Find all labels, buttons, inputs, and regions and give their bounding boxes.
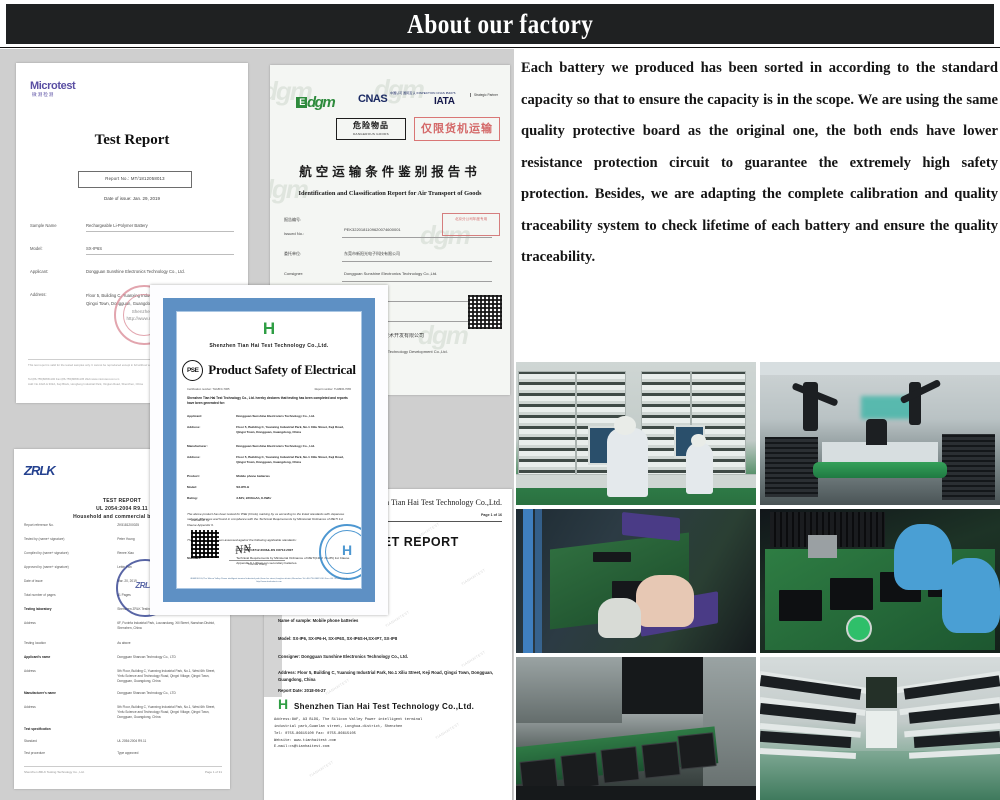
- air-transport-title-en: Identification and Classification Report…: [298, 190, 482, 197]
- watermark-tianhai-7: TIANHAITEST: [308, 760, 335, 779]
- table-row: Address 6F, Fuxinfa Industrial Park, Loux…: [24, 621, 215, 630]
- pse-paragraph-1: The above product has been tested for PS…: [187, 512, 345, 527]
- table-row: Test specification: [24, 727, 51, 731]
- table-row: Address: Floor 5, Building C, Yuanxing In…: [187, 425, 344, 434]
- microtest-logo-cn: 微测检测: [32, 92, 55, 97]
- pse-numbers: Certification number: TH18FC-7065 Report…: [187, 388, 351, 391]
- zrlk-logo: ZRLK: [24, 463, 56, 478]
- document-pse-certificate[interactable]: H Shenzhen Tian Hai Test Technology Co.,…: [150, 285, 388, 615]
- certificate-body: H Shenzhen Tian Hai Test Technology Co.,…: [176, 311, 362, 589]
- photo-gloved-hands-pcb: [760, 509, 1000, 653]
- photo-operator-loading-cells: [516, 509, 756, 653]
- table-row: Applicant's name Dongguan Shancan Technol…: [24, 655, 176, 659]
- consigner-value-en: Dongguan Sunshine Electronics Technology…: [344, 271, 438, 276]
- data-sheet-company-name: Shenzhen Tian Hai Test Technology Co.,Lt…: [294, 702, 475, 711]
- table-row: Applicant: Dongguan Sunshine Electronics …: [187, 414, 316, 418]
- field-value-model: SX-IP6S: [86, 246, 234, 255]
- table-row: Manufacturer: Dongguan Sunshine Electroni…: [187, 444, 316, 448]
- pse-mark-icon: PSE: [182, 360, 204, 381]
- iata-logo: IATA: [434, 96, 455, 107]
- consigner-value-cn: 东莞市新阳光电子科技有限公司: [344, 251, 400, 256]
- field-label-sample-name: Sample Name: [30, 223, 57, 228]
- factory-about-page: About our factory Microtest 微测检测 Test Re…: [0, 0, 1000, 800]
- factory-photo-grid: [516, 362, 1000, 800]
- table-row: Model: SX-IP6-H: [187, 485, 250, 489]
- pse-company-name: Shenzhen Tian Hai Test Technology Co.,Lt…: [209, 343, 329, 349]
- right-column: Each battery we produced has been sorted…: [516, 49, 1000, 800]
- report-number-box: Report No.: MT/1812058013: [78, 171, 192, 188]
- qr-code-icon: [468, 295, 502, 329]
- data-sheet-contact-block: Address:8#F, A3 BLDG, The Silicon Valley…: [274, 718, 423, 750]
- watermark-tianhai-2: TIANHAITEST: [460, 568, 487, 587]
- data-sheet-report-date: Report Date: 2018-06-27: [278, 688, 326, 693]
- table-row: Testing location As above: [24, 641, 131, 645]
- signature-mark: ₦₦: [234, 541, 252, 557]
- table-row: Rating: 3.82V, 2200mAh, 8.4Whr: [187, 496, 272, 500]
- table-row: Test procedure Type approved: [24, 751, 139, 755]
- consigner-label-en: Consigner:: [284, 271, 304, 276]
- dgm-logo: Edgm: [296, 91, 336, 114]
- cnas-logo: CNAS: [358, 93, 388, 105]
- data-sheet-line-1: Name of sample: Mobile phone batteries: [278, 618, 359, 623]
- year-seal-stamp: 北京分公司年度专用: [442, 213, 500, 236]
- attestation-label: Attestation by:: [191, 518, 211, 522]
- field-label-applicant: Applicant:: [30, 269, 49, 274]
- tianhai-logo-icon: H: [262, 319, 276, 338]
- signer-name: Thomas Wang: [229, 560, 285, 567]
- field-label-model: Model:: [30, 246, 43, 251]
- table-row: Address 5th Floor, Building C, Yuanxing I…: [24, 669, 216, 683]
- header-bar: About our factory: [6, 4, 994, 44]
- page-title: About our factory: [406, 8, 594, 39]
- photo-robotic-conveyor: [760, 362, 1000, 506]
- tianhai-round-stamp: H: [319, 524, 361, 580]
- field-label-address: Address:: [30, 292, 47, 297]
- table-row: Manufacturer's name Dongguan Shancan Tech…: [24, 691, 176, 695]
- air-transport-title-cn: 航空运输条件鉴别报告书: [299, 165, 481, 179]
- pse-footer: 4F/A3 BLDG,The Silicon Valley Power inte…: [190, 577, 348, 584]
- report-no-value: PEK3220181109620074600001: [344, 227, 401, 232]
- photo-warehouse-aisle: [760, 656, 1000, 800]
- pse-heading: PSE Product Safety of Electrical: [177, 360, 361, 381]
- field-value-applicant: Dongguan Sunshine Electronics Technology…: [86, 269, 234, 277]
- photo-battery-testing-racks: [516, 362, 756, 506]
- pse-title: Product Safety of Electrical: [208, 362, 356, 378]
- qr-code-icon: [191, 530, 219, 558]
- rule-2: [342, 261, 492, 262]
- photo-batteries-on-conveyor: [516, 656, 756, 800]
- test-report-title: Test Report: [94, 132, 170, 148]
- pse-declaration: Shenzhen Tian Hai Test Technology Co., L…: [187, 396, 348, 406]
- field-value-sample-name: Rechargeable Li-Polymer Battery: [86, 223, 234, 232]
- date-of-issue: Date of issue: Jan. 29, 2019: [103, 196, 161, 201]
- data-sheet-line-4: Address: Floor 5, Building C, Yuanxing I…: [278, 670, 494, 683]
- factory-description: Each battery we produced has been sorted…: [521, 60, 998, 265]
- data-sheet-page-indicator: Page 1 of 16: [481, 513, 502, 517]
- tianhai-logo-icon: H: [277, 696, 289, 712]
- cargo-only-red-stamp: 仅限货机运输: [414, 117, 500, 141]
- iata-partner-label: Strategic Partner: [470, 93, 498, 98]
- data-sheet-line-3: Consigner: Dongguan Sunshine Electronics…: [278, 654, 408, 659]
- certificate-collage: Microtest 微测检测 Test Report Report No.: M…: [0, 49, 514, 800]
- data-sheet-line-2: Model: SX-IP6, SX-IP6-H, SX-IP6S, SX-IP6…: [278, 636, 398, 641]
- page-header: About our factory: [0, 0, 1000, 48]
- rule-3: [342, 281, 492, 282]
- dangerous-goods-stamp: 危险物品 DANGEROUS GOODS: [336, 118, 406, 140]
- table-row: Standard UL 2054:2004 R9.11: [24, 739, 147, 743]
- table-row: Address: Floor 5, Building C, Yuanxing In…: [187, 455, 344, 464]
- rule-1: [342, 237, 492, 238]
- table-row: Product: Mobile phone batteries: [187, 474, 270, 478]
- ul-report-footer: Shenzhen ZRLK Testing Technology Co., Lt…: [24, 766, 222, 775]
- consigner-label-cn: 委托单位:: [284, 251, 302, 256]
- report-no-label-en: Issued No.:: [284, 231, 305, 236]
- certification-logo-row: Edgm CNAS 中国认可 国际互认 INSPECTION CNAS IB40…: [270, 89, 510, 115]
- report-no-label-cn: 报告编号:: [284, 217, 302, 222]
- table-row: Address 5th Floor, Building C, Yuanxing I…: [24, 705, 216, 719]
